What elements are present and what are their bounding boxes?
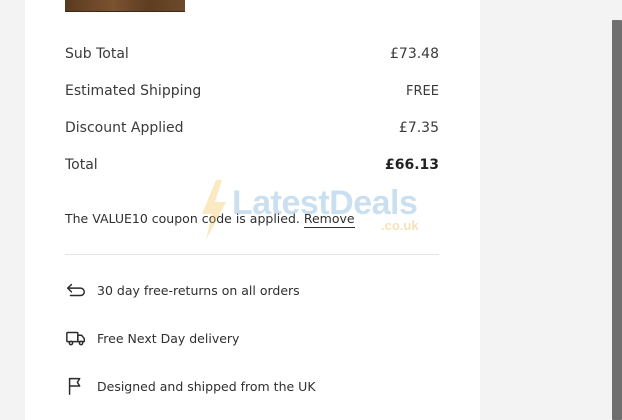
sub-total-label: Sub Total xyxy=(65,46,129,62)
perk-label: 30 day free-returns on all orders xyxy=(97,282,300,298)
discount-label: Discount Applied xyxy=(65,120,184,136)
shipping-value: FREE xyxy=(406,83,439,99)
coupon-note: The VALUE10 coupon code is applied. Remo… xyxy=(65,211,355,228)
coupon-note-text: The VALUE10 coupon code is applied. xyxy=(65,211,300,226)
perk-label: Designed and shipped from the UK xyxy=(97,378,316,394)
shipping-row: Estimated Shipping FREE xyxy=(65,81,439,101)
divider xyxy=(65,254,439,255)
perk-designed-in-uk: Designed and shipped from the UK xyxy=(65,375,316,397)
perk-next-day-delivery: Free Next Day delivery xyxy=(65,327,239,349)
total-label: Total xyxy=(65,157,98,173)
order-summary-card: Sub Total £73.48 Estimated Shipping FREE… xyxy=(25,0,480,420)
perk-label: Free Next Day delivery xyxy=(97,330,240,346)
product-thumbnail xyxy=(65,0,185,12)
remove-coupon-link[interactable]: Remove xyxy=(303,211,355,228)
discount-value: £7.35 xyxy=(398,120,439,136)
delivery-truck-icon xyxy=(65,327,87,349)
sub-total-value: £73.48 xyxy=(390,46,439,62)
discount-row: Discount Applied £7.35 xyxy=(65,118,439,138)
total-row: Total £66.13 xyxy=(65,155,439,175)
flag-icon xyxy=(65,375,87,397)
shipping-label: Estimated Shipping xyxy=(65,83,202,99)
total-value: £66.13 xyxy=(384,157,439,173)
scrollbar-thumb[interactable] xyxy=(612,20,622,420)
perk-free-returns: 30 day free-returns on all orders xyxy=(65,279,300,301)
sub-total-row: Sub Total £73.48 xyxy=(65,44,439,64)
return-arrow-icon xyxy=(65,279,87,301)
